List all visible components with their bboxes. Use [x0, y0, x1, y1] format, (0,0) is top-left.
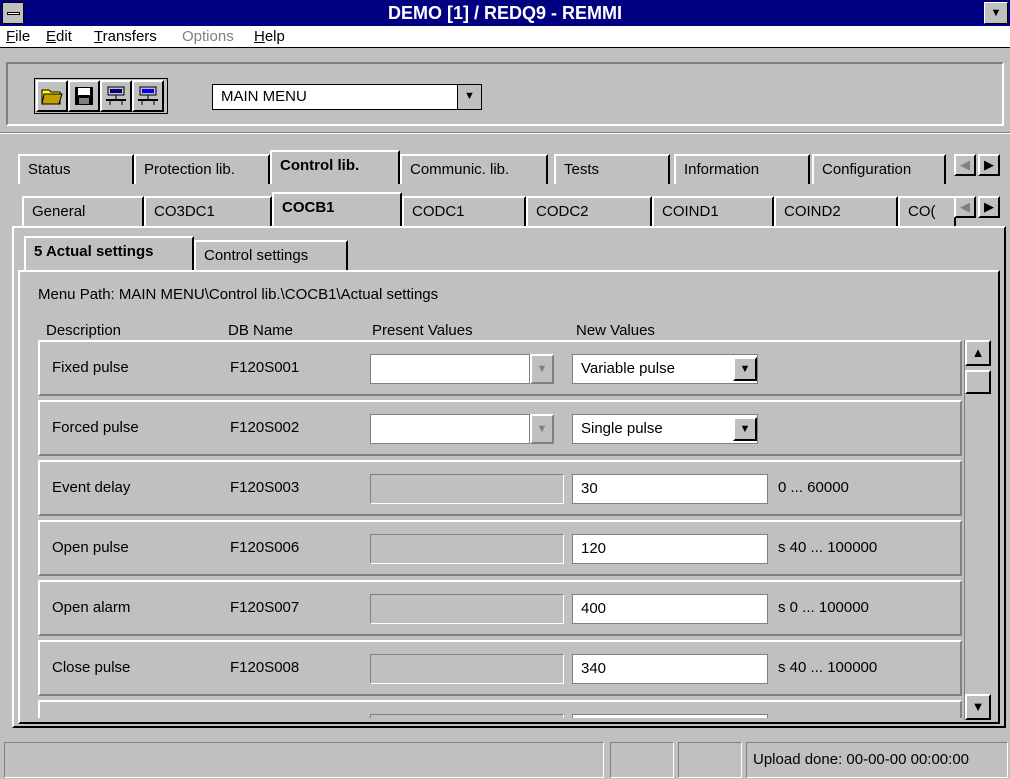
new-value-input[interactable]: [572, 714, 768, 718]
row-db-name: F120S007: [230, 599, 300, 616]
tab-scroll-right-icon[interactable]: ▶: [978, 154, 1000, 176]
toolbar-separator: [0, 132, 1010, 134]
col-header-present-values: Present Values: [372, 322, 473, 339]
present-value-field: [370, 654, 564, 684]
row-db-name: F120S003: [230, 479, 300, 496]
tab-codc2[interactable]: CODC2: [526, 196, 652, 226]
value-range: s 40 ... 100000: [778, 659, 878, 676]
present-value-field: [370, 474, 564, 504]
status-panel-3: [678, 742, 742, 778]
chevron-down-icon[interactable]: ▼: [733, 417, 757, 441]
value-range: s 0 ... 100000: [778, 599, 869, 616]
new-value-input[interactable]: 30: [572, 474, 768, 504]
row-description: Open pulse: [52, 539, 129, 556]
menu-file[interactable]: File: [6, 26, 30, 48]
chevron-down-icon[interactable]: ▼: [733, 357, 757, 381]
tab-control-settings[interactable]: Control settings: [194, 240, 348, 270]
status-panel-2: [610, 742, 674, 778]
scroll-down-icon[interactable]: ▼: [965, 694, 991, 720]
row-description: Close pulse: [52, 659, 131, 676]
row-description: Forced pulse: [52, 419, 139, 436]
tab-coind2[interactable]: COIND2: [774, 196, 898, 226]
row-description: Open alarm: [52, 599, 131, 616]
tab-tests[interactable]: Tests: [554, 154, 670, 184]
col-header-new-values: New Values: [576, 322, 655, 339]
new-value-select[interactable]: Single pulse ▼: [572, 414, 758, 444]
upload-status: Upload done: 00-00-00 00:00:00: [746, 742, 1008, 778]
scroll-thumb[interactable]: [965, 370, 991, 394]
row-description: Event delay: [52, 479, 131, 496]
row-db-name: F120S001: [230, 359, 300, 376]
tab-coind1[interactable]: COIND1: [652, 196, 774, 226]
tab-information[interactable]: Information: [674, 154, 810, 184]
table-row: Open pulse F120S006 120 s 40 ... 100000: [38, 520, 962, 576]
tab-configuration[interactable]: Configuration: [812, 154, 946, 184]
present-value-field: [370, 354, 530, 384]
new-value-select[interactable]: Variable pulse ▼: [572, 354, 758, 384]
present-value-field: [370, 714, 564, 718]
tab-codc1[interactable]: CODC1: [402, 196, 526, 226]
present-value-field: [370, 594, 564, 624]
tab-general[interactable]: General: [22, 196, 144, 226]
present-value-field: [370, 534, 564, 564]
tab-control-lib[interactable]: Control lib.: [270, 150, 400, 184]
new-value-input[interactable]: 400: [572, 594, 768, 624]
table-row: Event delay F120S003 30 0 ... 60000: [38, 460, 962, 516]
scroll-up-icon[interactable]: ▲: [965, 340, 991, 366]
menu-path: Menu Path: MAIN MENU\Control lib.\COCB1\…: [38, 286, 439, 303]
menu-options[interactable]: Options: [182, 26, 234, 48]
tab-communic-lib[interactable]: Communic. lib.: [400, 154, 548, 184]
tab2-scroll-left-icon[interactable]: ◀: [954, 196, 976, 218]
tab-actual-settings[interactable]: 5 Actual settings: [24, 236, 194, 270]
tab2-scroll-right-icon[interactable]: ▶: [978, 196, 1000, 218]
window-title: DEMO [1] / REDQ9 - REMMI: [387, 3, 622, 23]
vertical-scrollbar[interactable]: ▲ ▼: [964, 340, 991, 720]
table-row: Close pulse F120S008 340 s 40 ... 100000: [38, 640, 962, 696]
table-row-partial: [38, 700, 962, 718]
new-value-input[interactable]: 340: [572, 654, 768, 684]
menu-select[interactable]: MAIN MENU ▼: [212, 84, 482, 110]
tab-scroll-left-icon[interactable]: ◀: [954, 154, 976, 176]
row-description: Fixed pulse: [52, 359, 129, 376]
value-range: 0 ... 60000: [778, 479, 849, 496]
row-db-name: F120S002: [230, 419, 300, 436]
new-value-input[interactable]: 120: [572, 534, 768, 564]
menu-select-value: MAIN MENU: [221, 88, 307, 105]
chevron-down-icon: ▼: [530, 414, 554, 444]
save-disk-icon[interactable]: [68, 80, 100, 112]
col-header-description: Description: [46, 322, 122, 339]
chevron-down-icon[interactable]: ▼: [457, 85, 481, 109]
tab-co3dc1[interactable]: CO3DC1: [144, 196, 272, 226]
network-receive-icon[interactable]: [132, 80, 164, 112]
tab-cocb1[interactable]: COCB1: [272, 192, 402, 226]
tab-protection-lib[interactable]: Protection lib.: [134, 154, 270, 184]
value-range: s 40 ... 100000: [778, 539, 878, 556]
menu-edit[interactable]: Edit: [46, 26, 72, 48]
tab-cos-truncated[interactable]: CO(: [898, 196, 956, 226]
table-row: Open alarm F120S007 400 s 0 ... 100000: [38, 580, 962, 636]
table-row: Forced pulse F120S002 ▼ Single pulse ▼: [38, 400, 962, 456]
present-value-field: [370, 414, 530, 444]
settings-list: Fixed pulse F120S001 ▼ Variable pulse ▼ F…: [0, 340, 964, 718]
chevron-down-icon: ▼: [530, 354, 554, 384]
window-dropdown-button[interactable]: ▼: [984, 2, 1008, 24]
menu-transfers[interactable]: Transfers: [94, 26, 157, 48]
status-message: [4, 742, 604, 778]
col-header-db-name: DB Name: [228, 322, 294, 339]
network-send-icon[interactable]: [100, 80, 132, 112]
row-db-name: F120S008: [230, 659, 300, 676]
open-folder-icon[interactable]: [36, 80, 68, 112]
table-row: Fixed pulse F120S001 ▼ Variable pulse ▼: [38, 340, 962, 396]
row-db-name: F120S006: [230, 539, 300, 556]
menu-help[interactable]: Help: [254, 26, 285, 48]
tab-status[interactable]: Status: [18, 154, 134, 184]
